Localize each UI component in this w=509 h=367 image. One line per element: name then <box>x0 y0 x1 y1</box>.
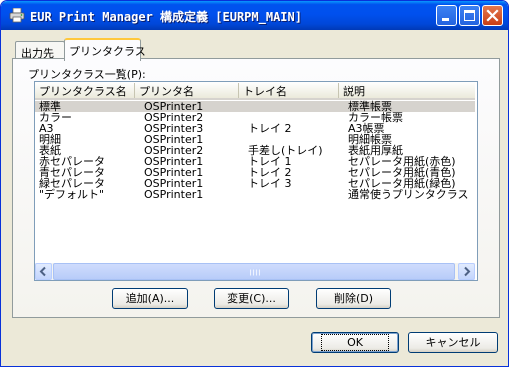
printer-class-list-label: プリンタクラス一覧(P): <box>28 68 146 81</box>
column-header-tray-name[interactable]: トレイ名 <box>239 83 339 98</box>
column-header-printer-name[interactable]: プリンタ名 <box>135 83 239 98</box>
column-header-class-name[interactable]: プリンタクラス名 <box>35 83 135 98</box>
maximize-button[interactable] <box>459 5 480 26</box>
tab-printer-class-label: プリンタクラス <box>69 45 146 58</box>
ok-button[interactable]: OK <box>311 332 399 353</box>
title-bar[interactable]: EUR Print Manager 構成定義 [EURPM_MAIN] <box>1 1 508 30</box>
cell-printer-name: OSPrinter1 <box>144 188 204 201</box>
cancel-button[interactable]: キャンセル <box>408 332 498 353</box>
delete-button[interactable]: 削除(D) <box>316 288 391 309</box>
scrollbar-thumb[interactable] <box>53 263 455 280</box>
grip-icon <box>250 269 260 276</box>
chevron-right-icon <box>464 266 471 277</box>
chevron-left-icon <box>39 266 46 277</box>
printer-icon[interactable] <box>9 8 25 23</box>
window-title: EUR Print Manager 構成定義 [EURPM_MAIN] <box>30 10 302 24</box>
edit-button[interactable]: 変更(C)... <box>214 288 289 309</box>
cell-description: 通常使うプリンタクラス <box>348 188 469 201</box>
table-row[interactable]: 標準 OSPrinter1 標準帳票 <box>35 100 475 113</box>
printer-class-list[interactable]: プリンタクラス名 プリンタ名 トレイ名 説明 標準 OSPrinter1 標準帳… <box>34 81 478 281</box>
minimize-icon <box>442 18 449 21</box>
ok-button-label: OK <box>321 334 389 351</box>
tab-printer-class[interactable]: プリンタクラス <box>64 38 146 61</box>
tab-output-destination[interactable]: 出力先 <box>15 41 65 60</box>
scroll-left-button[interactable] <box>35 263 52 280</box>
table-row[interactable]: "デフォルト" OSPrinter1 通常使うプリンタクラス <box>35 188 475 201</box>
add-button[interactable]: 追加(A)... <box>112 288 188 309</box>
close-button[interactable] <box>482 5 503 26</box>
column-header-description[interactable]: 説明 <box>339 83 475 98</box>
minimize-button[interactable] <box>436 5 457 26</box>
close-icon <box>486 9 499 22</box>
list-header: プリンタクラス名 プリンタ名 トレイ名 説明 <box>35 82 475 100</box>
horizontal-scrollbar[interactable] <box>35 263 475 280</box>
main-window: EUR Print Manager 構成定義 [EURPM_MAIN] 出力先 … <box>0 0 509 367</box>
maximize-icon <box>464 10 475 21</box>
cell-class-name: "デフォルト" <box>39 188 105 201</box>
scroll-right-button[interactable] <box>458 263 475 280</box>
table-row[interactable]: A3 OSPrinter3 トレイ 2 A3帳票 <box>35 122 475 135</box>
